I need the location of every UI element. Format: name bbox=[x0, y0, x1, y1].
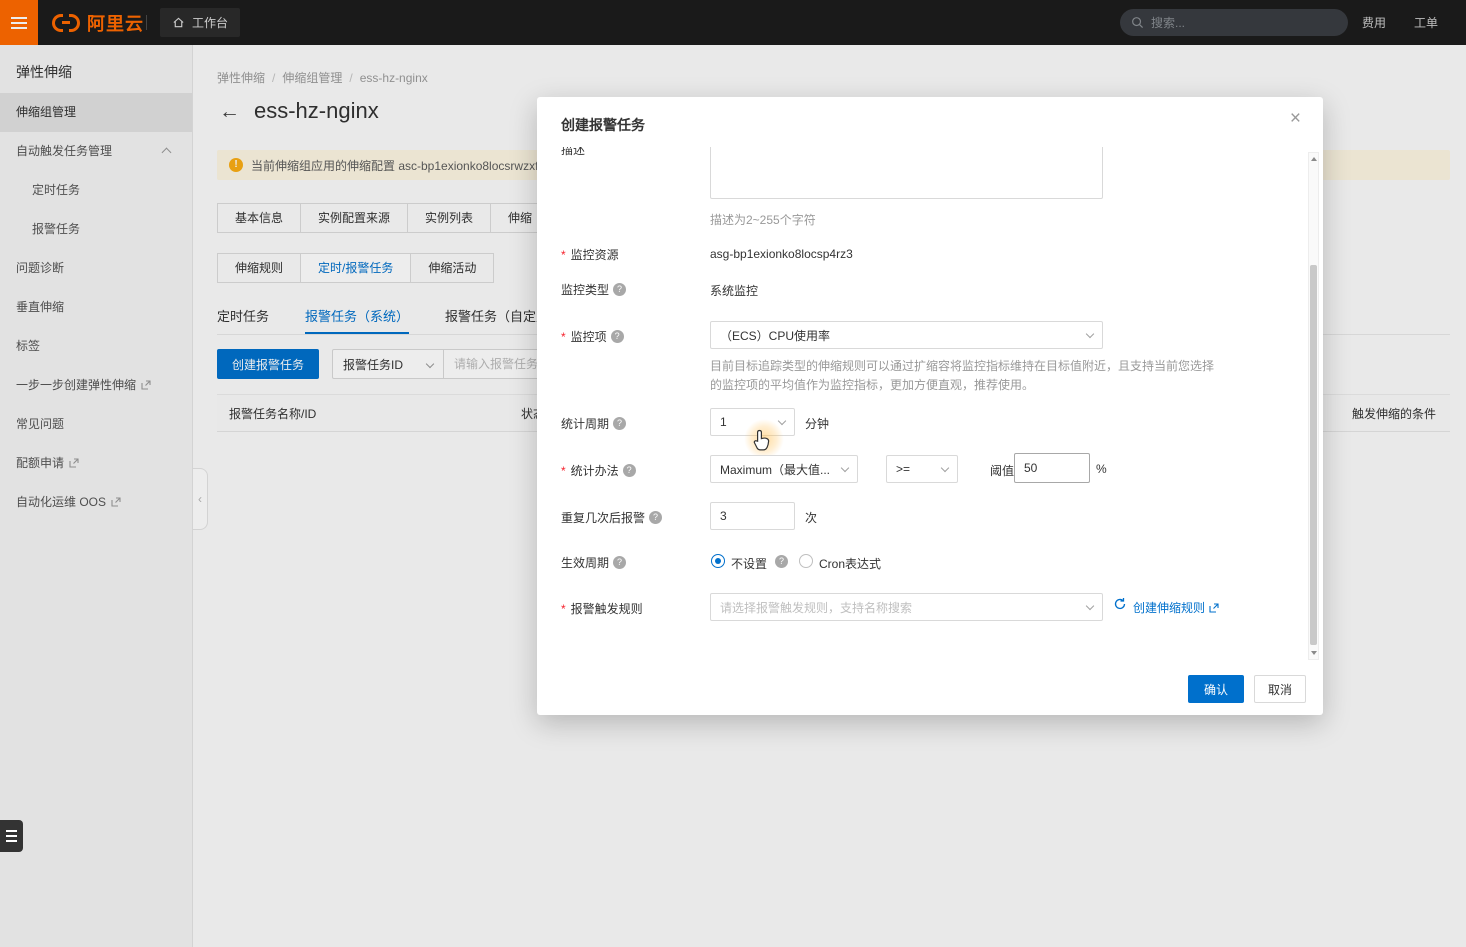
comparison-operator-select[interactable]: >= bbox=[886, 455, 958, 483]
help-icon[interactable]: ? bbox=[613, 283, 627, 296]
help-icon[interactable]: ? bbox=[649, 511, 663, 524]
help-icon[interactable]: ? bbox=[613, 556, 627, 569]
required-mark: * bbox=[561, 247, 566, 262]
help-icon[interactable]: ? bbox=[775, 555, 788, 568]
modal-body: 描述 描述为2~255个字符 * 监控资源 asg-bp1exionko8loc… bbox=[537, 147, 1305, 641]
chevron-down-icon bbox=[1085, 329, 1095, 339]
metric-label: * 监控项 ? bbox=[561, 328, 624, 345]
help-icon[interactable]: ? bbox=[622, 464, 636, 477]
modal-title: 创建报警任务 bbox=[561, 117, 645, 133]
period-unit: 分钟 bbox=[805, 417, 830, 431]
required-mark: * bbox=[561, 601, 566, 616]
threshold-unit: % bbox=[1096, 462, 1107, 476]
required-mark: * bbox=[561, 463, 566, 478]
cancel-button[interactable]: 取消 bbox=[1254, 675, 1306, 703]
period-select[interactable]: 1 bbox=[710, 408, 795, 436]
description-textarea[interactable] bbox=[710, 147, 1103, 199]
scroll-down-arrow-icon[interactable] bbox=[1309, 648, 1318, 658]
metric-select[interactable]: （ECS）CPU使用率 bbox=[710, 321, 1103, 349]
chevron-down-icon bbox=[777, 416, 787, 426]
period-label: 统计周期 ? bbox=[561, 415, 627, 432]
scroll-up-arrow-icon[interactable] bbox=[1309, 154, 1318, 164]
threshold-label: 阈值 bbox=[990, 464, 1015, 478]
help-icon[interactable]: ? bbox=[613, 417, 627, 430]
statistic-method-label: * 统计办法 ? bbox=[561, 462, 636, 479]
statistic-method-select[interactable]: Maximum（最大值... bbox=[710, 455, 858, 483]
close-icon[interactable]: × bbox=[1290, 109, 1301, 128]
modal-footer: 确认 取消 bbox=[537, 659, 1323, 715]
repeat-label: 重复几次后报警 ? bbox=[561, 509, 663, 526]
scrollbar-thumb[interactable] bbox=[1310, 265, 1317, 645]
chevron-down-icon bbox=[940, 463, 950, 473]
screen: 阿里云 工作台 费用 工单 IC 弹性伸缩 伸缩组管理 自动触发任务管理 定时任… bbox=[0, 0, 1466, 947]
required-mark: * bbox=[561, 329, 566, 344]
effective-period-option-cron-label[interactable]: Cron表达式 bbox=[819, 555, 881, 572]
monitor-resource-label: * 监控资源 bbox=[561, 247, 619, 263]
trigger-rule-label: * 报警触发规则 bbox=[561, 601, 643, 617]
effective-period-radio-none[interactable] bbox=[711, 554, 725, 568]
repeat-input[interactable] bbox=[710, 502, 795, 530]
monitor-type-value: 系统监控 bbox=[710, 284, 759, 298]
effective-period-label: 生效周期 ? bbox=[561, 554, 627, 571]
refresh-icon[interactable] bbox=[1113, 597, 1127, 616]
confirm-button[interactable]: 确认 bbox=[1188, 675, 1244, 703]
repeat-unit: 次 bbox=[805, 511, 818, 525]
help-icon[interactable]: ? bbox=[610, 330, 624, 343]
effective-period-radio-cron[interactable] bbox=[799, 554, 813, 568]
create-scaling-rule-link[interactable]: 创建伸缩规则 bbox=[1133, 599, 1219, 616]
create-alarm-task-modal: 创建报警任务 × 描述 描述为2~255个字符 * 监控资源 asg-bp1ex… bbox=[537, 97, 1323, 715]
chevron-down-icon bbox=[1085, 601, 1095, 611]
monitor-type-label: 监控类型 ? bbox=[561, 281, 627, 298]
trigger-rule-select[interactable]: 请选择报警触发规则，支持名称搜索 bbox=[710, 593, 1103, 621]
effective-period-option-none-label[interactable]: 不设置 bbox=[731, 555, 767, 572]
chevron-down-icon bbox=[840, 463, 850, 473]
threshold-input[interactable] bbox=[1014, 453, 1090, 483]
description-label: 描述 bbox=[561, 147, 586, 157]
floating-menu-widget[interactable] bbox=[0, 820, 23, 852]
modal-scrollbar[interactable] bbox=[1308, 152, 1319, 660]
description-helper: 描述为2~255个字符 bbox=[710, 213, 816, 227]
metric-note: 目前目标追踪类型的伸缩规则可以通过扩缩容将监控指标维持在目标值附近，且支持当前您… bbox=[710, 359, 1215, 392]
monitor-resource-value: asg-bp1exionko8locsp4rz3 bbox=[710, 247, 853, 261]
external-link-icon bbox=[1209, 602, 1219, 613]
